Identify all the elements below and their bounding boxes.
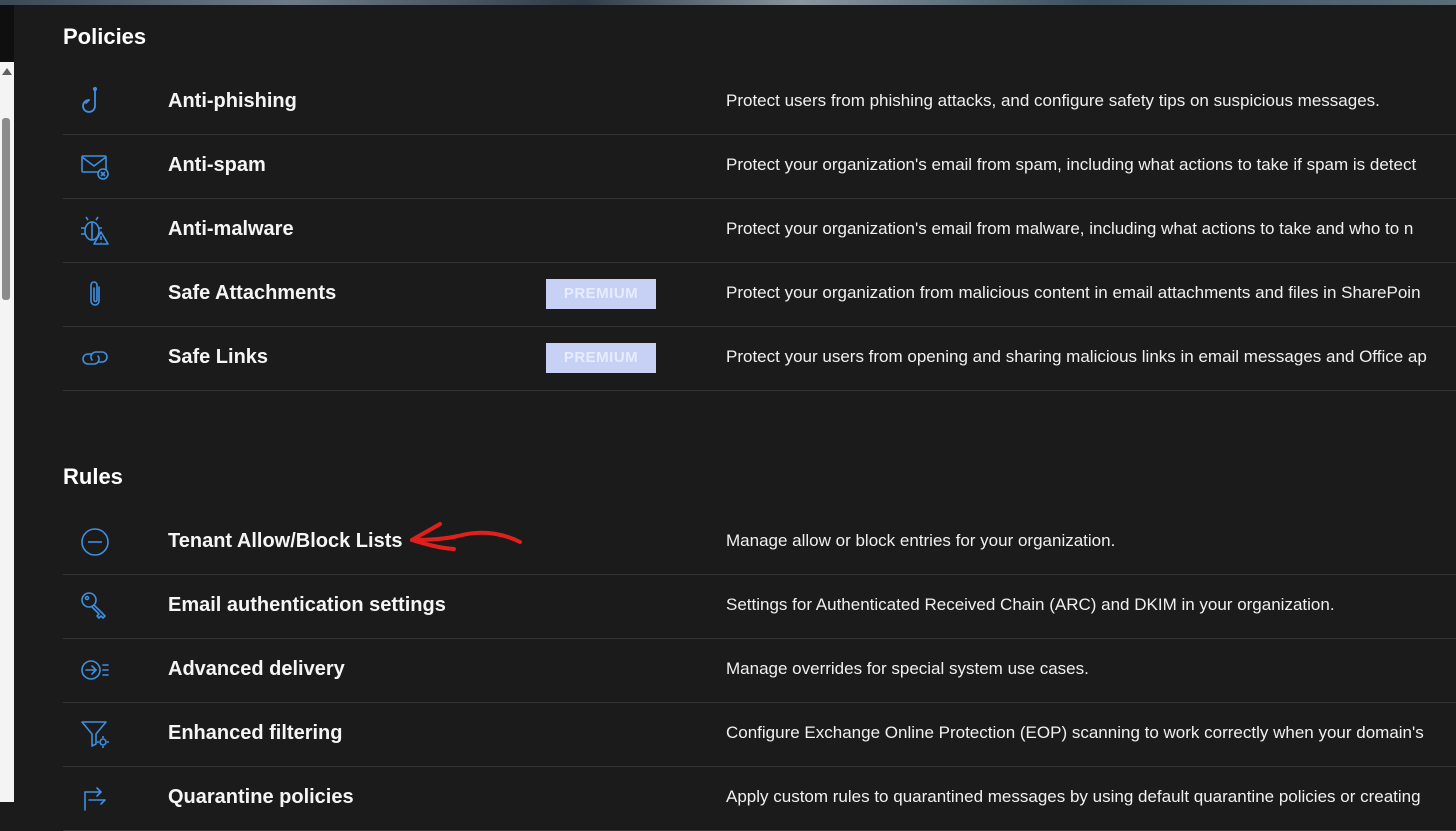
rule-name: Quarantine policies (168, 786, 354, 808)
policy-description: Protect your organization's email from m… (726, 219, 1414, 238)
link-icon (79, 342, 111, 374)
bug-warning-icon (79, 214, 111, 246)
hook-icon (79, 86, 111, 118)
policy-name: Anti-spam (168, 154, 266, 176)
premium-badge: PREMIUM (546, 343, 656, 373)
policy-row-anti-spam[interactable]: Anti-spam Protect your organization's em… (63, 135, 1456, 199)
rule-description: Configure Exchange Online Protection (EO… (726, 723, 1424, 742)
scroll-up-arrow-icon[interactable] (2, 68, 12, 75)
policy-name: Safe Links (168, 346, 269, 368)
rule-name: Advanced delivery (168, 658, 345, 680)
paperclip-icon (79, 278, 111, 310)
policies-section-title: Policies (63, 24, 147, 49)
policy-row-safe-attachments[interactable]: Safe Attachments PREMIUM Protect your or… (63, 263, 1456, 327)
policy-description: Protect your organization's email from s… (726, 155, 1417, 174)
rule-row-enhanced-filtering[interactable]: Enhanced filtering Configure Exchange On… (63, 703, 1456, 767)
policy-name: Anti-malware (168, 218, 294, 240)
policy-name: Safe Attachments (168, 282, 337, 304)
filter-settings-icon (79, 718, 111, 750)
premium-badge: PREMIUM (546, 279, 656, 309)
rule-row-email-authentication-settings[interactable]: Email authentication settings Settings f… (63, 575, 1456, 639)
policy-name: Anti-phishing (168, 90, 297, 112)
rule-name: Tenant Allow/Block Lists (168, 530, 403, 552)
top-banner-image (0, 0, 1456, 5)
rule-description: Settings for Authenticated Received Chai… (726, 595, 1335, 614)
policy-row-anti-phishing[interactable]: Anti-phishing Protect users from phishin… (63, 71, 1456, 135)
rule-row-advanced-delivery[interactable]: Advanced delivery Manage overrides for s… (63, 639, 1456, 703)
block-circle-icon (79, 526, 111, 558)
delivery-icon (79, 654, 111, 686)
policy-description: Protect your users from opening and shar… (726, 347, 1427, 366)
mail-blocked-icon (79, 150, 111, 182)
scrollbar-thumb[interactable] (2, 118, 10, 300)
rule-description: Apply custom rules to quarantined messag… (726, 787, 1421, 806)
rule-description: Manage overrides for special system use … (726, 659, 1089, 678)
quarantine-icon (79, 782, 111, 814)
red-annotation-arrow-icon (410, 522, 522, 551)
key-icon (79, 590, 111, 622)
policy-description: Protect your organization from malicious… (726, 283, 1421, 302)
rule-description: Manage allow or block entries for your o… (726, 531, 1116, 550)
policy-description: Protect users from phishing attacks, and… (726, 91, 1380, 110)
policy-row-safe-links[interactable]: Safe Links PREMIUM Protect your users fr… (63, 327, 1456, 391)
rule-name: Enhanced filtering (168, 722, 343, 744)
rule-name: Email authentication settings (168, 594, 446, 616)
rules-section-title: Rules (63, 464, 123, 489)
rule-row-quarantine-policies[interactable]: Quarantine policies Apply custom rules t… (63, 767, 1456, 831)
policy-row-anti-malware[interactable]: Anti-malware Protect your organization's… (63, 199, 1456, 263)
rule-row-tenant-allow-block-lists[interactable]: Tenant Allow/Block Lists Manage allow or… (63, 511, 1456, 575)
